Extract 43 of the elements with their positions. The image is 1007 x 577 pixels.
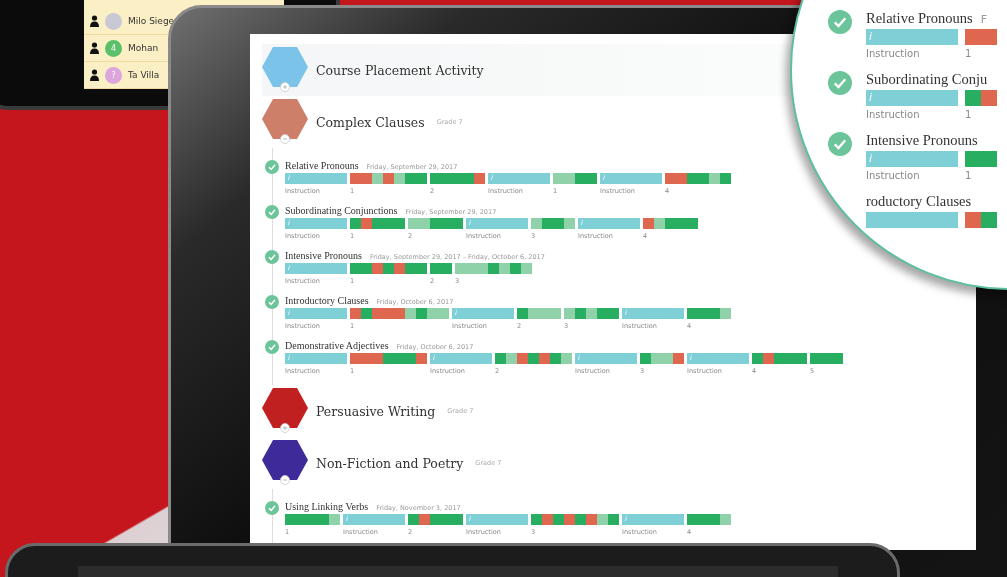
unit-title[interactable]: Course Placement Activity (316, 62, 484, 78)
student-badge: 4 (105, 39, 122, 57)
instruction-bar[interactable]: i (866, 90, 958, 106)
block-label: 1 (965, 170, 973, 183)
lesson-title[interactable]: Relative Pronouns (285, 160, 359, 171)
check-icon (828, 10, 852, 34)
check-icon (265, 295, 279, 309)
student-name: Mohan (128, 43, 159, 53)
lesson-title[interactable]: Using Linking Verbs (285, 501, 369, 512)
student-name: Ta Villa (128, 70, 160, 80)
expand-icon[interactable] (280, 423, 290, 433)
instruction-bar[interactable]: i (866, 29, 958, 45)
check-icon (828, 132, 852, 156)
person-icon (90, 15, 99, 27)
lesson-title[interactable]: Subordinating Conju (866, 71, 988, 88)
check-icon (265, 501, 279, 515)
lesson-title[interactable]: Demonstrative Adjectives (285, 340, 389, 351)
lesson-date: F (980, 13, 988, 26)
check-icon (828, 71, 852, 95)
block-label: Instruction (866, 170, 921, 183)
lesson-title[interactable]: Relative Pronouns (866, 10, 973, 27)
check-icon (265, 205, 279, 219)
block-label: Instruction (866, 48, 921, 61)
person-icon (90, 42, 99, 54)
collapse-icon[interactable] (280, 475, 290, 485)
unit-title[interactable]: Non-Fiction and Poetry (316, 455, 464, 471)
block-label: 1 (965, 109, 973, 122)
lesson-title[interactable]: Introductory Clauses (285, 295, 369, 306)
lesson-title[interactable]: Intensive Pronouns (866, 132, 978, 149)
lesson-title[interactable]: Subordinating Conjunctions (285, 205, 398, 216)
unit-title[interactable]: Complex Clauses (316, 114, 425, 130)
person-icon (90, 69, 99, 81)
check-icon (265, 160, 279, 174)
student-badge: ? (105, 66, 122, 84)
check-icon (265, 340, 279, 354)
student-name: Milo Siege (128, 16, 175, 26)
lesson-title[interactable]: Intensive Pronouns (285, 250, 362, 261)
instruction-bar[interactable]: i (866, 151, 958, 167)
lesson-title[interactable]: roductory Clauses (866, 193, 972, 210)
check-icon (265, 250, 279, 264)
block-label: Instruction (866, 109, 921, 122)
block-label: 1 (965, 48, 973, 61)
unit-title[interactable]: Persuasive Writing (316, 403, 436, 419)
